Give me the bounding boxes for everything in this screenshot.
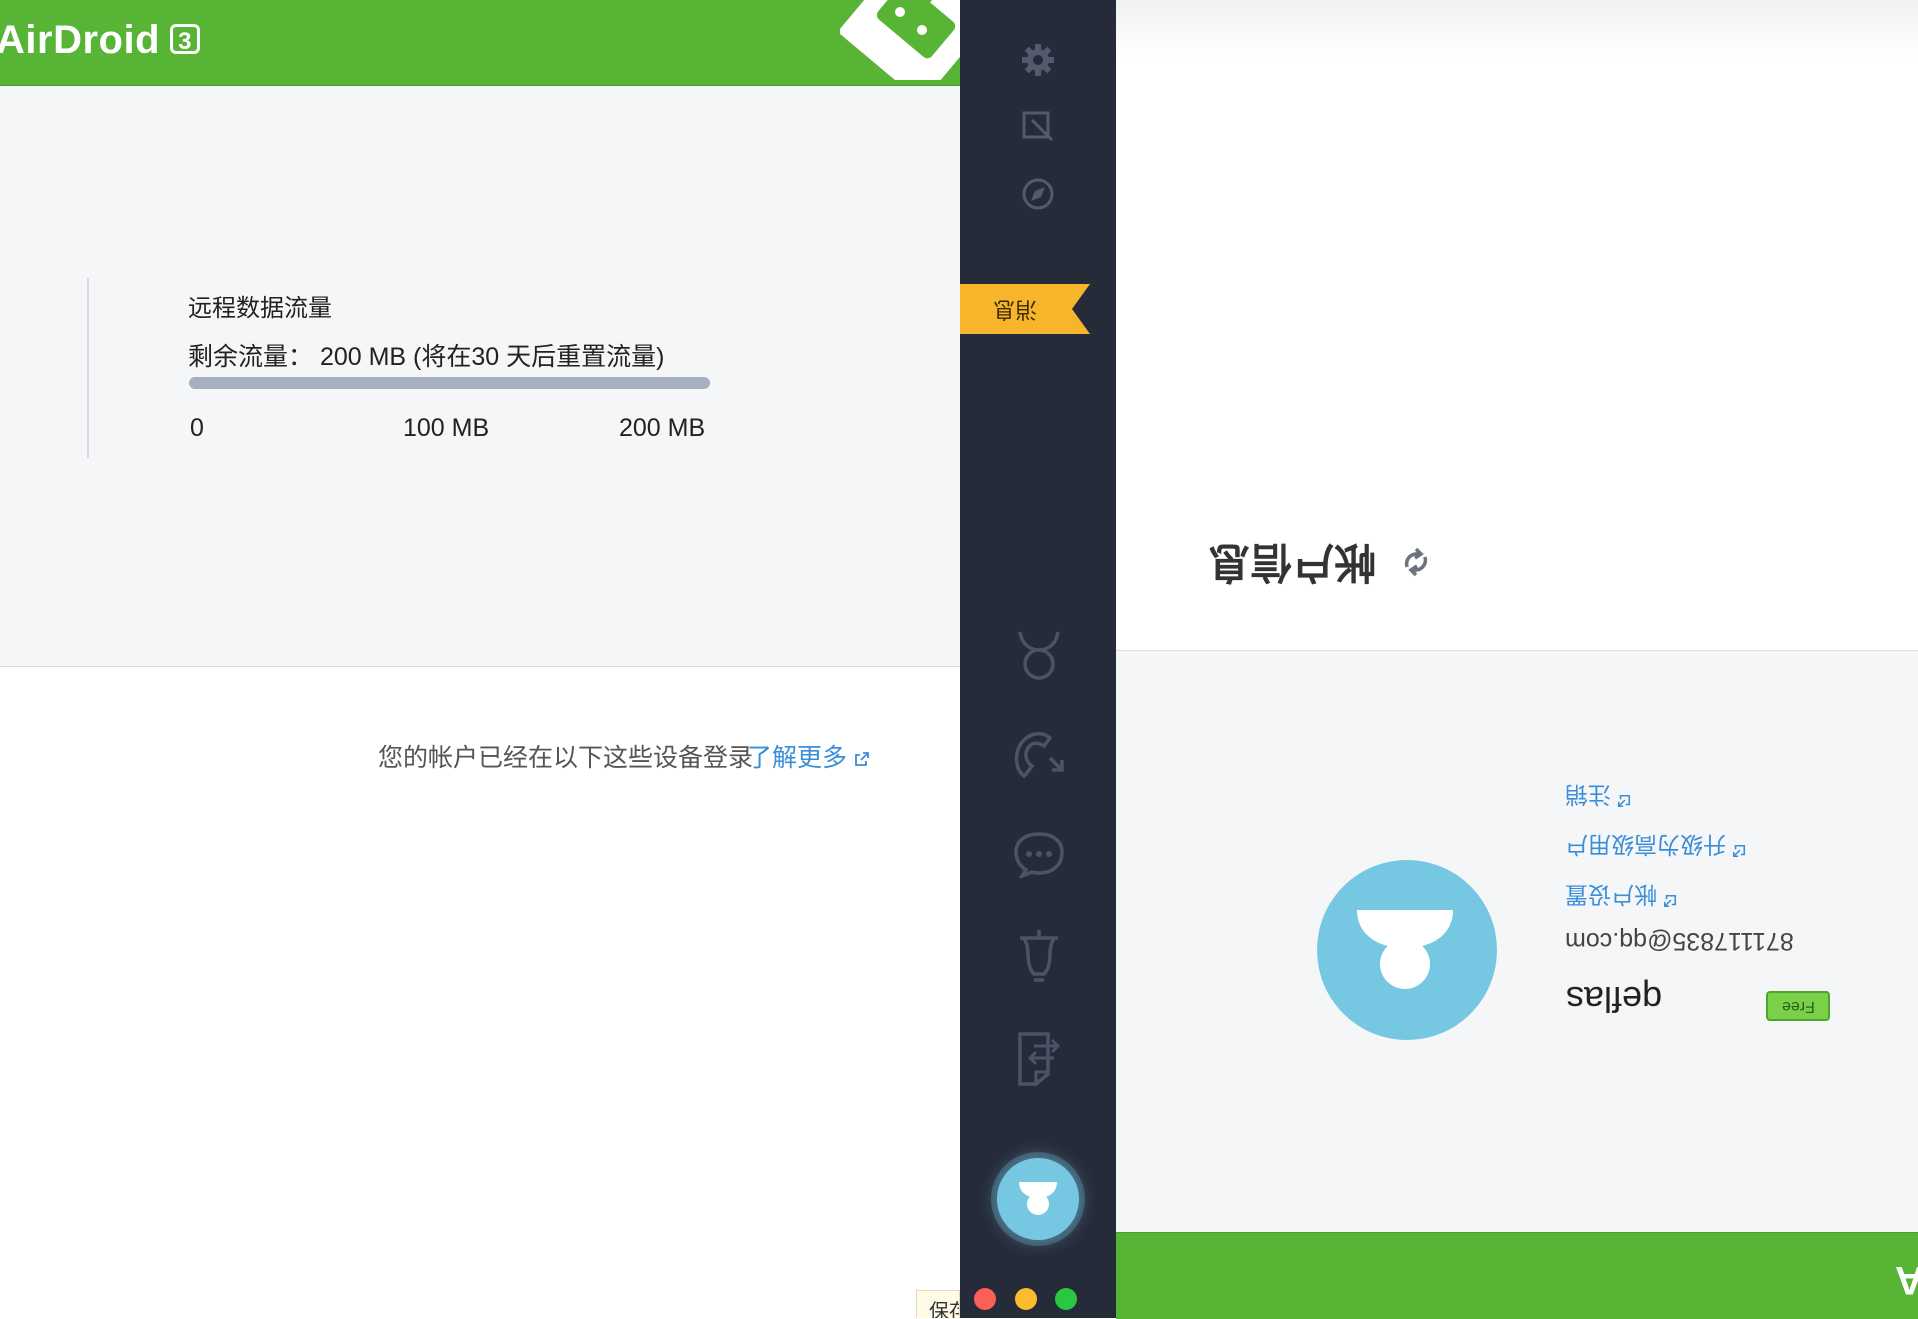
upgrade-premium-label: 升级为高级用户	[1565, 832, 1726, 858]
user-avatar-large-icon	[1357, 910, 1453, 989]
usage-tick-0: 0	[190, 414, 204, 442]
messages-ribbon[interactable]: 消息	[960, 284, 1090, 334]
account-email: 871117835@qq.com	[1565, 926, 1794, 955]
gear-icon[interactable]	[1020, 42, 1056, 78]
ribbon-label: 消息	[993, 297, 1038, 322]
account-title-text: 帐户信息	[1208, 539, 1377, 586]
usage-divider	[87, 278, 89, 458]
account-settings-label: 帐户设置	[1565, 882, 1657, 908]
logout-link[interactable]: 注销	[1565, 780, 1631, 814]
file-transfer-icon[interactable]	[1014, 1026, 1064, 1086]
version-badge: 3	[170, 24, 200, 55]
logout-label: 注销	[1565, 782, 1611, 808]
learn-more-label: 了解更多	[747, 744, 848, 772]
usage-progress-fill	[189, 377, 710, 389]
usage-progress-bar	[189, 377, 710, 389]
external-link-icon	[1664, 894, 1677, 907]
footer-brand-fragment: A	[1895, 1257, 1918, 1302]
external-link-icon	[1618, 794, 1631, 807]
upgrade-premium-link[interactable]: 升级为高级用户	[1565, 830, 1746, 864]
profile-avatar	[1317, 860, 1497, 1040]
edit-icon[interactable]	[1020, 108, 1056, 144]
devices-description: 您的帐户已经在以下这些设备登录	[378, 744, 754, 772]
sidebar-avatar[interactable]	[997, 1158, 1079, 1240]
app-logo: AirDroid 3	[0, 18, 200, 63]
usage-remaining: 剩余流量： 200 MB (将在30 天后重置流量)	[188, 343, 665, 371]
plan-badge: Free	[1766, 991, 1830, 1021]
refresh-icon[interactable]	[1399, 545, 1433, 579]
zoom-window-button[interactable]	[1055, 1288, 1077, 1310]
account-settings-link[interactable]: 帐户设置	[1565, 880, 1677, 914]
right-footer-bar: A	[1116, 1232, 1918, 1319]
person-icon[interactable]	[1014, 628, 1064, 684]
external-link-icon	[1733, 844, 1746, 857]
account-email-text: 871117835@qq.com	[1565, 927, 1794, 955]
bell-icon[interactable]	[1016, 928, 1062, 982]
sidebar	[960, 0, 1116, 1318]
close-window-button[interactable]	[974, 1288, 996, 1310]
account-username: qeflas	[1566, 978, 1662, 1020]
account-title: 帐户信息	[1208, 535, 1376, 596]
account-username-text: qeflas	[1566, 979, 1663, 1020]
account-panel: 帐户信息	[1116, 0, 1918, 1318]
usage-tick-2: 200 MB	[619, 414, 706, 442]
left-panel: AirDroid 3 远程数据流量 剩余流量： 200 MB (将在30 天后重置…	[0, 0, 960, 1318]
phone-icon[interactable]	[1010, 728, 1068, 780]
usage-tick-1: 100 MB	[403, 414, 490, 442]
android-mascot-icon	[840, 0, 960, 80]
brand-name: AirDroid	[0, 18, 160, 62]
plan-badge-text: Free	[1781, 998, 1815, 1015]
external-link-icon	[855, 752, 869, 767]
user-avatar-icon	[1019, 1182, 1057, 1215]
minimize-window-button[interactable]	[1015, 1288, 1037, 1310]
compass-icon[interactable]	[1020, 176, 1056, 212]
chat-icon[interactable]	[1012, 830, 1066, 878]
footer-brand-letter: A	[1895, 1257, 1918, 1302]
save-tab-label: 保存	[929, 1301, 959, 1318]
profile-section	[1116, 651, 1918, 1232]
app-header: AirDroid 3	[0, 0, 960, 86]
learn-more-link[interactable]: 了解更多	[747, 738, 870, 774]
save-tab[interactable]: 保存	[916, 1290, 960, 1318]
usage-title: 远程数据流量	[188, 295, 332, 322]
